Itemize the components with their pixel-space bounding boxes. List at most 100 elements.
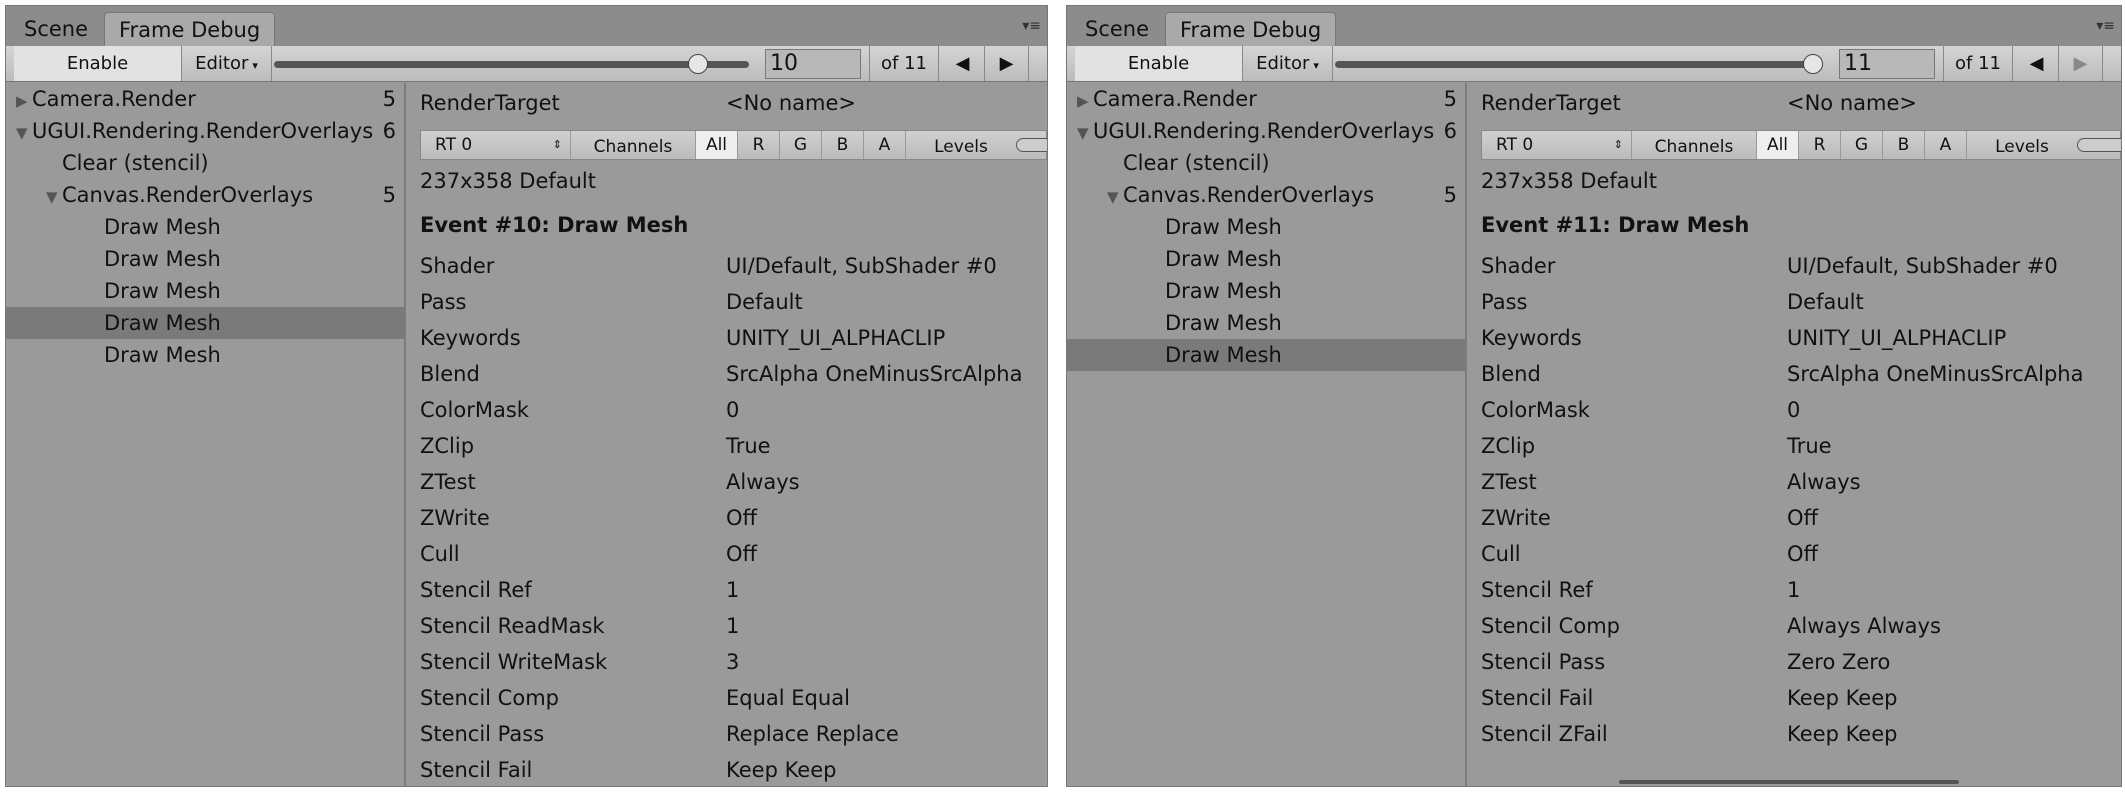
event-details: RenderTarget <No name> RT 0 ⇕ Channels All R G B… [1469,83,2121,786]
previous-event-button[interactable]: ◀ [2015,46,2059,81]
property-label: Stencil ReadMask [420,614,605,638]
channel-button-g[interactable]: G [1841,131,1883,159]
tree-item[interactable]: ▶ Camera.Render 5 [1067,83,1465,115]
stepper-arrows-icon: ⇕ [1613,138,1623,151]
channel-button-b[interactable]: B [822,131,864,159]
event-tree[interactable]: ▶ Camera.Render 5 ▼ UGUI.Rendering.RenderOve… [6,83,406,786]
tree-item-label: Draw Mesh [1165,343,1282,367]
property-value: SrcAlpha OneMinusSrcAlpha [726,362,1023,386]
property-label: Stencil Pass [420,722,545,746]
expanded-arrow-icon[interactable]: ▼ [1077,117,1093,149]
levels-label: Levels [934,137,988,157]
tree-item[interactable]: Clear (stencil) [1067,147,1465,179]
toolbar: Enable Editor ▾ 10 of 11 ◀ ▶ [6,46,1047,82]
collapsed-arrow-icon[interactable]: ▶ [16,85,32,117]
editor-dropdown[interactable]: Editor ▾ [182,46,272,81]
channel-button-a[interactable]: A [1925,131,1967,159]
property-label: Stencil Ref [420,578,532,602]
levels-slider[interactable] [1016,138,1047,152]
tree-item[interactable]: ▼ Canvas.RenderOverlays 5 [6,179,404,211]
tree-item[interactable]: Draw Mesh [6,307,404,339]
channel-button-all[interactable]: All [1757,131,1799,159]
rt-select[interactable]: RT 0 ⇕ [1482,131,1632,159]
next-event-button[interactable]: ▶ [2059,46,2103,81]
tree-item-label: Draw Mesh [104,311,221,335]
expanded-arrow-icon[interactable]: ▼ [16,117,32,149]
expanded-arrow-icon[interactable]: ▼ [1107,181,1123,213]
property-label: Stencil Comp [420,686,559,710]
collapsed-arrow-icon[interactable]: ▶ [1077,85,1093,117]
stepper-arrows-icon: ⇕ [552,138,562,151]
next-event-button[interactable]: ▶ [985,46,1029,81]
tree-item[interactable]: ▼ Canvas.RenderOverlays 5 [1067,179,1465,211]
levels-slider[interactable] [2077,138,2121,152]
tree-item[interactable]: Draw Mesh [6,339,404,371]
editor-dropdown[interactable]: Editor ▾ [1243,46,1333,81]
property-label: ZTest [420,470,476,494]
tree-item[interactable]: Draw Mesh [1067,275,1465,307]
tree-item-count: 6 [382,119,396,143]
channel-button-r[interactable]: R [738,131,780,159]
tab-scene[interactable]: Scene [1071,12,1163,46]
event-number-field[interactable]: 11 [1839,49,1935,79]
property-label: ZClip [420,434,475,458]
horizontal-scrollbar[interactable] [1619,780,1959,784]
tree-item[interactable]: Draw Mesh [6,275,404,307]
enable-button[interactable]: Enable [1075,46,1243,81]
tree-item-count: 5 [1443,87,1457,111]
property-label: Cull [420,542,460,566]
event-slider-handle[interactable] [687,54,708,74]
event-title: Event #11: Draw Mesh [1481,213,1750,237]
event-tree[interactable]: ▶ Camera.Render 5 ▼ UGUI.Rendering.RenderOve… [1067,83,1467,786]
expanded-arrow-icon[interactable]: ▼ [46,181,62,213]
property-label: Shader [1481,254,1556,278]
event-slider-track[interactable] [1335,61,1823,68]
panel-menu-icon[interactable]: ▾≡ [1022,18,1041,34]
tree-item[interactable]: ▼ UGUI.Rendering.RenderOverlays 6 [1067,115,1465,147]
tree-item-label: Draw Mesh [104,279,221,303]
tree-item[interactable]: Clear (stencil) [6,147,404,179]
tab-scene[interactable]: Scene [10,12,102,46]
tree-item[interactable]: ▶ Camera.Render 5 [6,83,404,115]
event-slider-track[interactable] [274,61,749,68]
tree-item-count: 5 [382,87,396,111]
panel-menu-icon[interactable]: ▾≡ [2096,18,2115,34]
tab-frame-debug[interactable]: Frame Debug [1165,12,1337,46]
tree-item-label: Draw Mesh [1165,311,1282,335]
property-value: 3 [726,650,740,674]
property-label: Pass [420,290,467,314]
tree-item[interactable]: Draw Mesh [1067,243,1465,275]
event-title: Event #10: Draw Mesh [420,213,689,237]
tree-item[interactable]: Draw Mesh [1067,339,1465,371]
property-value: 1 [726,578,740,602]
property-value: Replace Replace [726,722,899,746]
channel-button-all[interactable]: All [696,131,738,159]
tab-frame-debug[interactable]: Frame Debug [104,12,276,46]
property-value: Keep Keep [1787,686,1898,710]
rt-select[interactable]: RT 0 ⇕ [421,131,571,159]
previous-event-button[interactable]: ◀ [941,46,985,81]
property-label: Blend [1481,362,1541,386]
channel-button-g[interactable]: G [780,131,822,159]
event-number-field[interactable]: 10 [765,49,861,79]
event-slider-handle[interactable] [1803,54,1823,74]
tree-item[interactable]: Draw Mesh [1067,307,1465,339]
property-label: Stencil Comp [1481,614,1620,638]
tab-bar: Scene Frame Debug ▾≡ [6,6,1047,46]
channels-label: Channels [571,131,696,159]
tree-item[interactable]: Draw Mesh [1067,211,1465,243]
channel-button-a[interactable]: A [864,131,906,159]
property-value: Off [726,506,757,530]
tree-item[interactable]: ▼ UGUI.Rendering.RenderOverlays 6 [6,115,404,147]
property-value: Off [1787,506,1818,530]
tree-item-label: Draw Mesh [104,343,221,367]
frame-debugger-panel-right: Scene Frame Debug ▾≡ Enable Editor ▾ 11 of 11 ◀ ▶… [1066,5,2122,787]
enable-button[interactable]: Enable [14,46,182,81]
render-target-toolbar: RT 0 ⇕ Channels All R G B A Levels [420,130,1047,160]
channel-button-r[interactable]: R [1799,131,1841,159]
tree-item[interactable]: Draw Mesh [6,211,404,243]
property-value: Zero Zero [1787,650,1891,674]
channel-button-b[interactable]: B [1883,131,1925,159]
event-count-label: of 11 [1943,46,2013,81]
tree-item[interactable]: Draw Mesh [6,243,404,275]
